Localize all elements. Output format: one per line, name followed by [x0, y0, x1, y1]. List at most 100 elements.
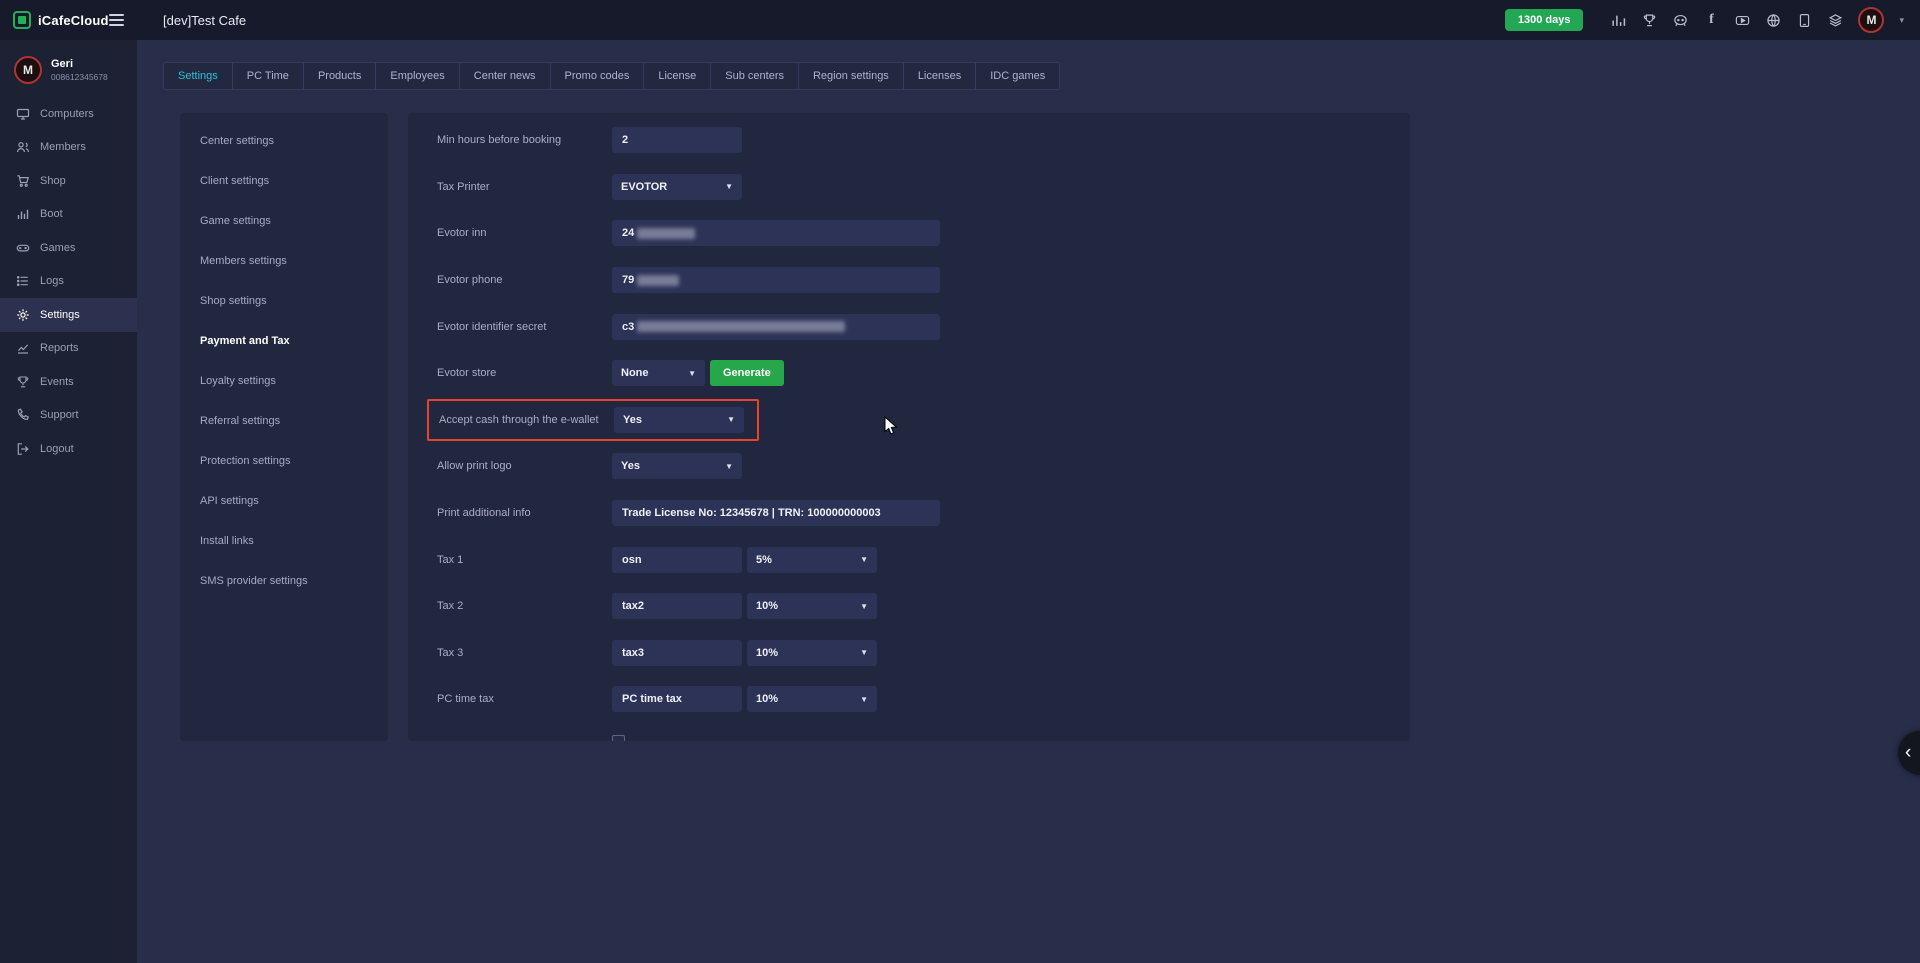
list-icon [16, 274, 30, 288]
subnav-install-links[interactable]: Install links [180, 521, 388, 561]
evotor-phone-input[interactable]: 79 [612, 267, 940, 293]
chevron-down-icon: ▼ [860, 695, 868, 704]
tab-products[interactable]: Products [303, 62, 376, 90]
sidebar-item-computers[interactable]: Computers [0, 97, 137, 131]
sidebar-item-logout[interactable]: Logout [0, 432, 137, 466]
evotor-secret-input[interactable]: c3 [612, 314, 940, 340]
redacted-text [637, 228, 695, 239]
evotor-store-select[interactable]: None ▼ [612, 360, 705, 386]
kiosk-icon[interactable] [1796, 12, 1812, 28]
field-label: Min hours before booking [437, 134, 612, 146]
tax1-rate-select[interactable]: 5% ▼ [747, 547, 877, 573]
users-icon [16, 140, 30, 154]
sidebar-item-shop[interactable]: Shop [0, 164, 137, 198]
tax3-name-input[interactable] [612, 640, 742, 666]
field-label: Accept cash through the e-wallet [439, 414, 614, 426]
tab-center-news[interactable]: Center news [459, 62, 551, 90]
brand[interactable]: iCafeCloud [13, 11, 109, 29]
tab-license[interactable]: License [643, 62, 711, 90]
highlight-box: Accept cash through the e-wallet Yes ▼ [427, 399, 759, 441]
tab-employees[interactable]: Employees [375, 62, 459, 90]
globe-icon[interactable] [1765, 12, 1781, 28]
field-label: Evotor phone [437, 274, 612, 286]
chevron-down-icon: ▼ [860, 555, 868, 564]
generate-button[interactable]: Generate [710, 360, 784, 386]
sidebar-user[interactable]: M Geri 008612345678 [0, 40, 137, 97]
phone-icon [16, 408, 30, 422]
stats-icon[interactable] [1610, 12, 1626, 28]
subnav-payment-and-tax[interactable]: Payment and Tax [180, 321, 388, 361]
discord-icon[interactable] [1672, 12, 1688, 28]
tax2-name-input[interactable] [612, 593, 742, 619]
sidebar-item-members[interactable]: Members [0, 131, 137, 165]
sidebar-item-events[interactable]: Events [0, 365, 137, 399]
subnav-center-settings[interactable]: Center settings [180, 121, 388, 161]
sidebar-nav: Computers Members Shop Boot Games Logs S… [0, 97, 137, 466]
field-label: Allow print logo [437, 460, 612, 472]
checkbox-partial[interactable] [612, 735, 625, 741]
chevron-down-icon: ▼ [688, 369, 696, 378]
sidebar-item-settings[interactable]: Settings [0, 298, 137, 332]
tax1-name-input[interactable] [612, 547, 742, 573]
sidebar-item-support[interactable]: Support [0, 399, 137, 433]
subnav-protection-settings[interactable]: Protection settings [180, 441, 388, 481]
topbar: iCafeCloud [dev]Test Cafe 1300 days f M … [0, 0, 1920, 40]
sidebar-item-boot[interactable]: Boot [0, 198, 137, 232]
sidebar-item-games[interactable]: Games [0, 231, 137, 265]
cart-icon [16, 174, 30, 188]
subnav-sms-provider-settings[interactable]: SMS provider settings [180, 561, 388, 601]
row-evotor-store: Evotor store None ▼ Generate [437, 350, 1410, 397]
tab-region-settings[interactable]: Region settings [798, 62, 904, 90]
facebook-icon[interactable]: f [1703, 12, 1719, 28]
subnav-loyalty-settings[interactable]: Loyalty settings [180, 361, 388, 401]
accept-cash-select[interactable]: Yes ▼ [614, 407, 744, 433]
brand-name: iCafeCloud [38, 13, 109, 28]
layers-icon[interactable] [1827, 12, 1843, 28]
subnav-shop-settings[interactable]: Shop settings [180, 281, 388, 321]
topbar-left: iCafeCloud [0, 11, 137, 29]
allow-print-logo-select[interactable]: Yes ▼ [612, 453, 742, 479]
gamepad-icon [16, 241, 30, 255]
bars-icon [16, 207, 30, 221]
subnav-client-settings[interactable]: Client settings [180, 161, 388, 201]
sidebar-item-reports[interactable]: Reports [0, 332, 137, 366]
tab-idc-games[interactable]: IDC games [975, 62, 1060, 90]
subnav-referral-settings[interactable]: Referral settings [180, 401, 388, 441]
min-hours-input[interactable] [612, 127, 742, 153]
user-phone: 008612345678 [51, 72, 108, 82]
print-additional-info-input[interactable] [612, 500, 940, 526]
tab-promo-codes[interactable]: Promo codes [550, 62, 645, 90]
row-tax-printer: Tax Printer EVOTOR ▼ [437, 164, 1410, 211]
field-label: PC time tax [437, 693, 612, 705]
field-label: Evotor inn [437, 227, 612, 239]
row-tax1: Tax 1 5% ▼ [437, 536, 1410, 583]
chart-icon [16, 341, 30, 355]
chevron-down-icon: ▼ [725, 462, 733, 471]
user-avatar[interactable]: M [1858, 7, 1884, 33]
evotor-inn-input[interactable]: 24 [612, 220, 940, 246]
row-allow-print-logo: Allow print logo Yes ▼ [437, 443, 1410, 490]
pc-time-tax-name-input[interactable] [612, 686, 742, 712]
tab-settings[interactable]: Settings [163, 62, 233, 90]
youtube-icon[interactable] [1734, 12, 1750, 28]
tax2-rate-select[interactable]: 10% ▼ [747, 593, 877, 619]
tab-sub-centers[interactable]: Sub centers [710, 62, 799, 90]
subnav-members-settings[interactable]: Members settings [180, 241, 388, 281]
pc-time-tax-rate-select[interactable]: 10% ▼ [747, 686, 877, 712]
cafe-title: [dev]Test Cafe [163, 13, 246, 28]
field-label: Tax 3 [437, 647, 612, 659]
chevron-down-icon[interactable]: ▾ [1899, 15, 1904, 26]
subnav-api-settings[interactable]: API settings [180, 481, 388, 521]
chevron-down-icon: ▼ [725, 182, 733, 191]
subnav-game-settings[interactable]: Game settings [180, 201, 388, 241]
settings-subnav: Center settings Client settings Game set… [180, 113, 388, 741]
tax-printer-select[interactable]: EVOTOR ▼ [612, 174, 742, 200]
tab-pc-time[interactable]: PC Time [232, 62, 304, 90]
sidebar-item-logs[interactable]: Logs [0, 265, 137, 299]
hamburger-menu-icon[interactable] [109, 14, 124, 26]
days-badge[interactable]: 1300 days [1505, 9, 1584, 31]
gear-icon [16, 308, 30, 322]
trophy-icon[interactable] [1641, 12, 1657, 28]
tax3-rate-select[interactable]: 10% ▼ [747, 640, 877, 666]
tab-licenses[interactable]: Licenses [903, 62, 976, 90]
